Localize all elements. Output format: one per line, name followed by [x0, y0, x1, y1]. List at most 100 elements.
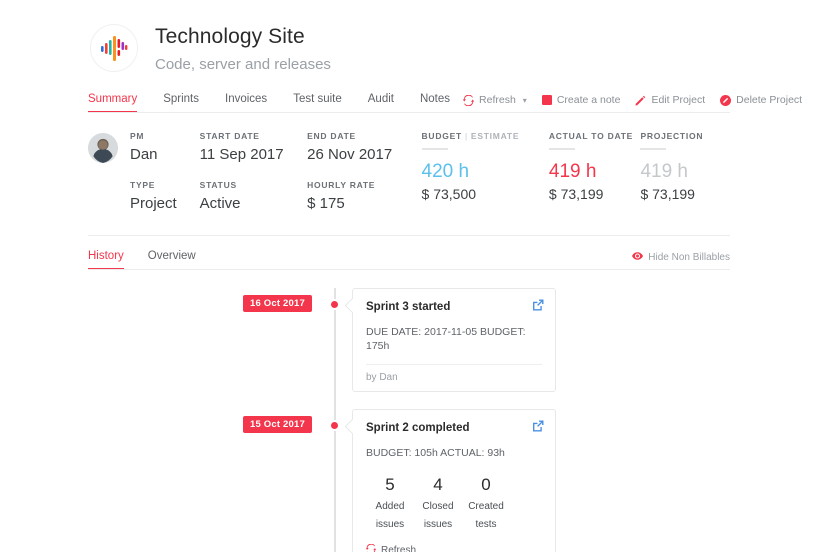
avatar	[88, 133, 118, 163]
status-badge: 16 Oct 2017	[243, 295, 312, 312]
main-tabs-row: Summary Sprints Invoices Test suite Audi…	[0, 93, 820, 113]
page-title: Technology Site	[155, 24, 331, 50]
tab-label: Notes	[420, 93, 450, 105]
actual-hours: 419 h	[549, 160, 641, 183]
stat-type: TYPE Project	[130, 180, 200, 213]
tab-notes[interactable]: Notes	[407, 93, 463, 113]
sub-tabs-row: History Overview Hide Non Billables	[0, 236, 820, 270]
stat-label: STATUS	[200, 180, 307, 190]
stat-label: Added	[366, 500, 414, 513]
refresh-icon	[463, 95, 474, 106]
subtab-history[interactable]: History	[88, 250, 138, 270]
projection-hours: 419 h	[640, 160, 730, 183]
timeline-date-wrap: 15 Oct 2017	[0, 409, 334, 433]
project-summary-page: Technology Site Code, server and release…	[0, 0, 820, 552]
page-header: Technology Site Code, server and release…	[0, 0, 820, 74]
card-refresh-button[interactable]: Refresh	[366, 544, 542, 552]
stat-value: 11 Sep 2017	[200, 145, 307, 164]
card-meta: DUE DATE: 2017-11-05 BUDGET: 175h	[366, 325, 542, 353]
delete-circle-icon	[720, 95, 731, 106]
card-author: by Dan	[366, 364, 542, 391]
card-title: Sprint 2 completed	[366, 421, 542, 436]
subtab-overview[interactable]: Overview	[148, 250, 210, 270]
external-link-icon[interactable]	[532, 420, 544, 432]
timeline-card[interactable]: Sprint 2 completed BUDGET: 105h ACTUAL: …	[352, 409, 556, 552]
stat-value: 26 Nov 2017	[307, 145, 421, 164]
create-note-label: Create a note	[557, 94, 621, 106]
delete-project-button[interactable]: Delete Project	[720, 94, 802, 106]
stat-projection: PROJECTION 419 h $ 73,199	[640, 131, 730, 213]
pencil-icon	[635, 95, 646, 106]
tab-label: Sprints	[163, 93, 199, 105]
stat-label: PROJECTION	[640, 131, 730, 141]
stat-value: Project	[130, 194, 200, 213]
tab-audit[interactable]: Audit	[355, 93, 407, 113]
edit-project-label: Edit Project	[651, 94, 705, 106]
actual-money: $ 73,199	[549, 186, 641, 202]
label-separator: |	[465, 131, 468, 141]
stat-label: HOURLY RATE	[307, 180, 421, 190]
stat-label: START DATE	[200, 131, 307, 141]
create-note-button[interactable]: Create a note	[542, 94, 621, 106]
stat-pm: PM Dan TYPE Project	[130, 131, 200, 213]
tab-invoices[interactable]: Invoices	[212, 93, 280, 113]
title-block: Technology Site Code, server and release…	[155, 22, 331, 74]
list-item: 16 Oct 2017 Sprint 3 started DUE DATE: 2…	[0, 288, 820, 392]
stat-label: END DATE	[307, 131, 421, 141]
project-stats-panel: PM Dan TYPE Project START DATE 11 Sep 20…	[0, 113, 820, 213]
stat-label: issues	[366, 518, 414, 531]
estimate-label: ESTIMATE	[471, 131, 519, 141]
tab-label: Test suite	[293, 93, 342, 105]
stat-label: tests	[462, 518, 510, 531]
edit-project-button[interactable]: Edit Project	[635, 94, 705, 106]
subtab-label: Overview	[148, 250, 196, 262]
subtab-label: History	[88, 250, 124, 262]
stat-value: Dan	[130, 145, 200, 164]
timeline-date-wrap: 16 Oct 2017	[0, 288, 334, 312]
history-timeline: 16 Oct 2017 Sprint 3 started DUE DATE: 2…	[0, 270, 820, 552]
stat-status: STATUS Active	[200, 180, 307, 213]
stat-rule	[640, 148, 666, 150]
projection-money: $ 73,199	[640, 186, 730, 202]
budget-label: BUDGET	[422, 131, 462, 141]
tab-label: Summary	[88, 93, 137, 105]
stat-rule	[549, 148, 575, 150]
stat-label: PM	[130, 131, 200, 141]
eye-icon	[632, 252, 643, 263]
stat-value: 0	[462, 474, 510, 495]
timeline-card[interactable]: Sprint 3 started DUE DATE: 2017-11-05 BU…	[352, 288, 556, 392]
main-tabs: Summary Sprints Invoices Test suite Audi…	[88, 93, 463, 113]
chevron-down-icon[interactable]: ▾	[523, 96, 527, 105]
status-badge: 15 Oct 2017	[243, 416, 312, 433]
tab-sprints[interactable]: Sprints	[150, 93, 212, 113]
tab-test-suite[interactable]: Test suite	[280, 93, 355, 113]
stat-budget: BUDGET|ESTIMATE 420 h $ 73,500	[422, 131, 549, 213]
list-item: 15 Oct 2017 Sprint 2 completed BUDGET: 1…	[0, 409, 820, 552]
external-link-icon[interactable]	[532, 299, 544, 311]
timeline-dot	[329, 299, 340, 310]
tab-label: Audit	[368, 93, 394, 105]
hide-non-billables-toggle[interactable]: Hide Non Billables	[632, 252, 730, 270]
stat-value: $ 175	[307, 194, 421, 213]
timeline-dot	[329, 420, 340, 431]
stat-start-date: START DATE 11 Sep 2017 STATUS Active	[200, 131, 307, 213]
page-subtitle: Code, server and releases	[155, 55, 331, 74]
budget-money: $ 73,500	[422, 186, 549, 202]
stat-label: BUDGET|ESTIMATE	[422, 131, 549, 141]
stat-value: 4	[414, 474, 462, 495]
stat-label: TYPE	[130, 180, 200, 190]
tab-label: Invoices	[225, 93, 267, 105]
project-actions: Refresh ▾ Create a note Edit Project	[463, 94, 802, 113]
budget-hours: 420 h	[422, 160, 549, 183]
delete-project-label: Delete Project	[736, 94, 802, 106]
hide-non-billables-label: Hide Non Billables	[648, 252, 730, 263]
card-refresh-label: Refresh	[381, 545, 416, 552]
stat-created-tests: 0 Created tests	[462, 474, 510, 531]
stat-value: 5	[366, 474, 414, 495]
card-stats: 5 Added issues 4 Closed issues 0 Created…	[366, 474, 542, 531]
tab-summary[interactable]: Summary	[88, 93, 150, 113]
refresh-button[interactable]: Refresh ▾	[463, 94, 527, 106]
stat-closed-issues: 4 Closed issues	[414, 474, 462, 531]
stat-end-date: END DATE 26 Nov 2017 HOURLY RATE $ 175	[307, 131, 421, 213]
stat-label: Closed	[414, 500, 462, 513]
